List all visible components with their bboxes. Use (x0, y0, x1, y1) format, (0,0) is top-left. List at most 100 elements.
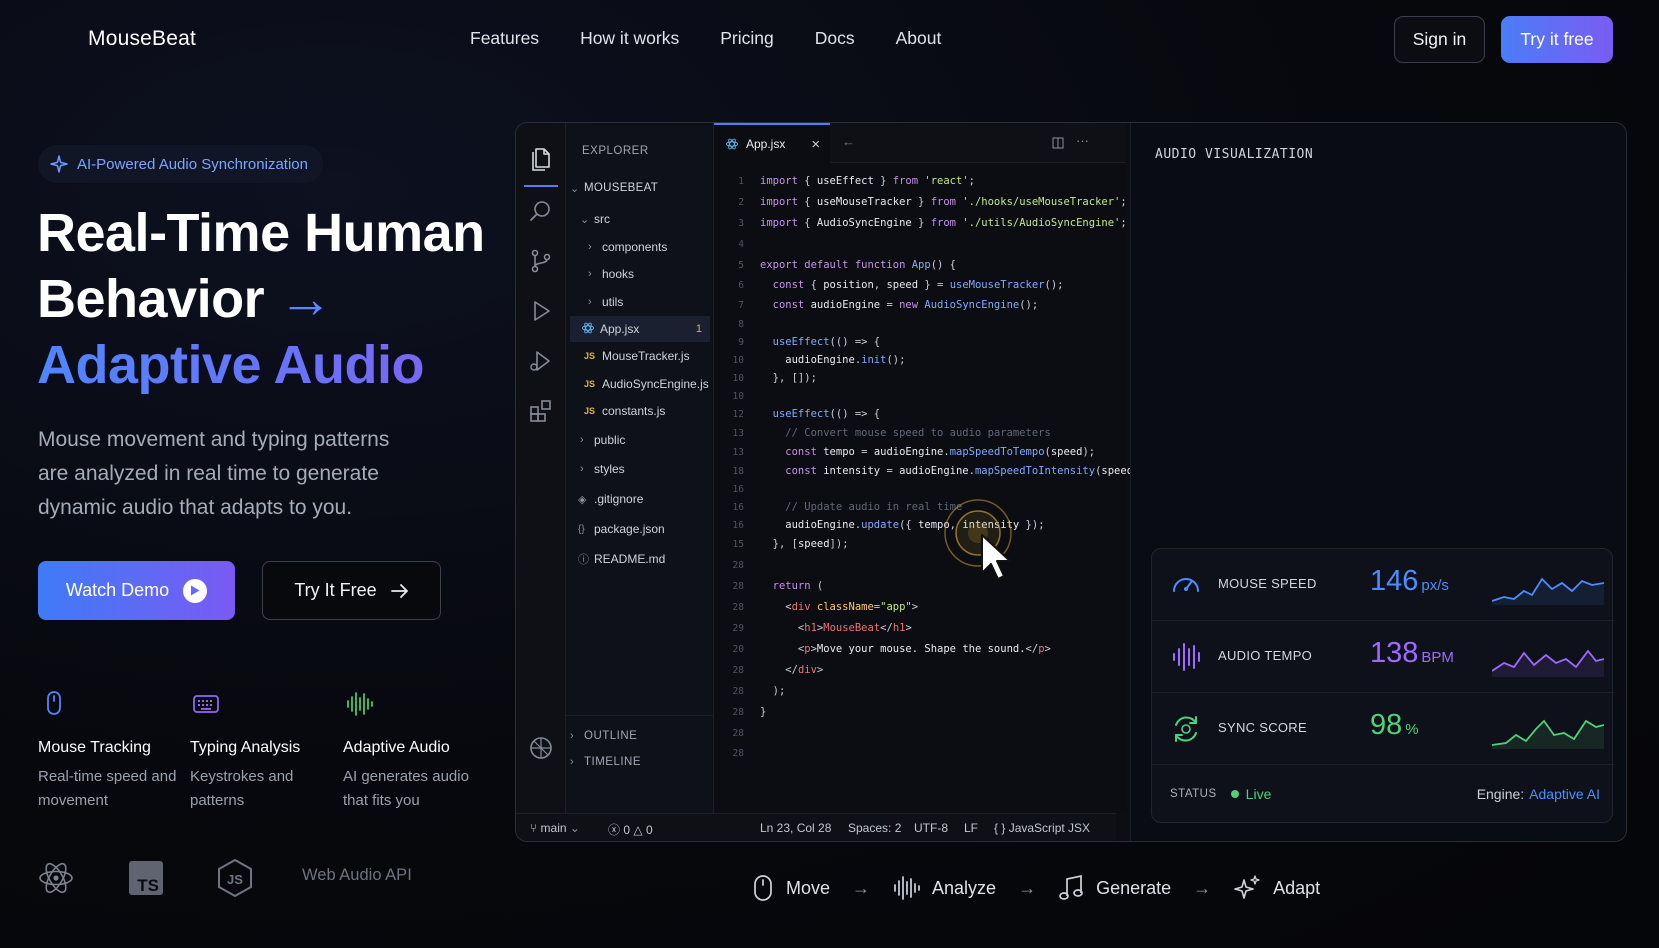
watch-demo-button[interactable]: Watch Demo (38, 561, 235, 620)
error-icon: ⓧ (608, 823, 624, 837)
extensions-icon[interactable] (528, 398, 554, 424)
hero-title-line2: Behavior (37, 269, 265, 329)
tree-public[interactable]: › public (580, 427, 625, 453)
line-number: 28 (732, 747, 744, 759)
accounts-icon[interactable] (528, 735, 554, 761)
nav-features[interactable]: Features (470, 28, 539, 49)
metric-value: 146 px/s (1370, 565, 1449, 598)
main-nav: Features How it works Pricing Docs About (470, 28, 941, 49)
files-icon[interactable] (528, 145, 554, 171)
line-number: 1 (738, 175, 744, 187)
timeline-section[interactable]: › TIMELINE (570, 749, 641, 775)
line-number: 18 (732, 465, 744, 477)
cursor-position[interactable]: Ln 23, Col 28 (760, 821, 831, 835)
line-number: 3 (738, 217, 744, 229)
line-ending[interactable]: LF (964, 821, 978, 835)
tab-app-jsx[interactable]: App.jsx × (714, 123, 830, 163)
step-move: Move (752, 874, 830, 902)
try-it-free-button[interactable]: Try It Free (262, 561, 441, 620)
metric-sync-score: SYNC SCORE 98% (1152, 693, 1614, 765)
metrics-card: MOUSE SPEED 146px/s AUDIO TEMPO 138BPM (1151, 548, 1614, 823)
metric-number: 98 (1370, 709, 1403, 741)
hero-title-line1: Real-Time Human (37, 203, 485, 263)
tree-label: App.jsx (600, 322, 640, 336)
tree-project[interactable]: ⌄ MOUSEBEAT (570, 175, 658, 201)
search-icon[interactable] (528, 198, 554, 224)
step-generate: Generate (1058, 874, 1171, 902)
try-it-free-nav-button[interactable]: Try it free (1501, 16, 1613, 63)
feature-desc: AI generates audio that fits you (343, 768, 469, 809)
nav-docs[interactable]: Docs (815, 28, 855, 49)
branch-icon: ⑂ (530, 821, 541, 835)
close-tab-icon[interactable]: × (811, 136, 820, 153)
tree-package-json[interactable]: {} package.json (578, 516, 665, 542)
brand-name: MouseBeat (88, 27, 197, 50)
activity-bar (516, 123, 566, 813)
tree-audiosyncengine[interactable]: JS AudioSyncEngine.js (584, 371, 709, 397)
react-file-icon (726, 138, 738, 150)
back-arrow-icon[interactable]: ← (842, 134, 855, 149)
run-debug-icon[interactable] (528, 298, 554, 324)
tree-gitignore[interactable]: ◈ .gitignore (578, 486, 643, 512)
tree-constants[interactable]: JS constants.js (584, 398, 665, 424)
nav-how-it-works[interactable]: How it works (580, 28, 679, 49)
music-note-icon (1059, 874, 1083, 900)
nav-pricing[interactable]: Pricing (720, 28, 774, 49)
tree-label: package.json (594, 522, 665, 536)
line-number: 20 (732, 643, 744, 655)
indentation[interactable]: Spaces: 2 (848, 821, 901, 835)
problems-indicator[interactable]: ⓧ 0 △ 0 (608, 821, 653, 838)
tree-label: AudioSyncEngine.js (602, 377, 709, 391)
split-editor-icon[interactable] (1052, 137, 1064, 149)
line-number: 2 (738, 196, 744, 208)
line-number: 5 (738, 259, 744, 271)
sparkline-audio-tempo (1492, 649, 1604, 677)
brand-logo[interactable]: MouseBeat (38, 18, 196, 60)
tree-readme[interactable]: ⓘ README.md (578, 546, 665, 572)
outline-label: OUTLINE (584, 730, 638, 742)
js-file-icon: JS (584, 351, 596, 361)
line-number: 28 (732, 727, 744, 739)
metric-unit: BPM (1421, 649, 1454, 666)
debug-icon[interactable] (528, 348, 554, 374)
pipeline-arrow: → (1018, 877, 1037, 898)
sparkline-sync-score (1492, 719, 1604, 749)
outline-section[interactable]: › OUTLINE (570, 723, 637, 749)
keyboard-icon (193, 695, 219, 713)
line-number: 4 (738, 238, 744, 250)
more-actions-icon[interactable]: ··· (1076, 133, 1089, 148)
encoding[interactable]: UTF-8 (914, 821, 948, 835)
tree-label: src (594, 212, 610, 226)
feature-title: Typing Analysis (190, 739, 301, 756)
metric-audio-tempo: AUDIO TEMPO 138 BPM (1152, 621, 1614, 693)
source-control-icon[interactable] (528, 248, 554, 274)
sync-icon (1175, 716, 1197, 742)
feature-mouse-tracking: Mouse Tracking Real-time speed and movem… (38, 688, 178, 813)
line-number: 10 (732, 354, 744, 366)
tree-src[interactable]: ⌄ src (580, 206, 610, 232)
line-number: 28 (732, 601, 744, 613)
tree-utils[interactable]: › utils (588, 289, 623, 315)
tree-components[interactable]: › components (588, 234, 667, 260)
sign-in-button[interactable]: Sign in (1394, 16, 1485, 63)
engine-value: Adaptive AI (1529, 786, 1600, 802)
timeline-label: TIMELINE (584, 756, 642, 768)
metric-label: AUDIO TEMPO (1218, 648, 1313, 663)
explorer-title: EXPLORER (582, 145, 649, 157)
git-branch[interactable]: ⑂ main ⌄ (530, 821, 580, 835)
tree-styles[interactable]: › styles (580, 456, 625, 482)
tree-label: utils (602, 295, 624, 309)
audio-waveform (1141, 208, 1621, 498)
web-audio-api-label: Web Audio API (302, 866, 412, 884)
tree-app-jsx[interactable]: App.jsx 1 (570, 316, 710, 342)
language-mode[interactable]: { } JavaScript JSX (994, 821, 1090, 835)
nav-about[interactable]: About (896, 28, 942, 49)
tree-hooks[interactable]: › hooks (588, 261, 634, 287)
tree-label: components (602, 240, 668, 254)
line-number: 28 (732, 706, 744, 718)
metric-number: 146 (1370, 565, 1419, 597)
tree-mousetracker[interactable]: JS MouseTracker.js (584, 343, 690, 369)
line-number: 10 (732, 372, 744, 384)
audio-visualization-panel: AUDIO VISUALIZATION MOUSE SPEED 146 px/s… (1130, 123, 1626, 841)
feature-typing-analysis: Typing Analysis Keystrokes and patterns (190, 688, 330, 813)
